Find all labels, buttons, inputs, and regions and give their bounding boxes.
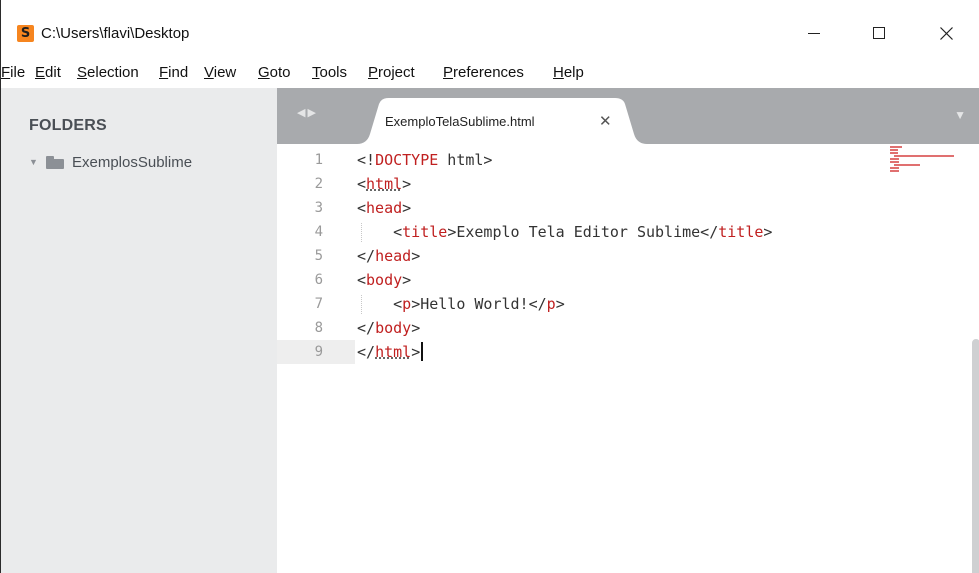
menu-goto[interactable]: Goto	[258, 64, 291, 82]
line-number: 3	[314, 200, 323, 216]
vertical-scrollbar[interactable]	[972, 339, 979, 573]
disclosure-triangle-icon[interactable]: ▼	[29, 157, 39, 167]
menu-tools[interactable]: Tools	[312, 64, 347, 82]
menu-file[interactable]: File	[1, 64, 25, 82]
sublime-window: S C:\Users\flavi\Desktop File Edit Selec…	[0, 0, 979, 573]
folder-icon	[46, 155, 64, 169]
menu-view[interactable]: View	[204, 64, 236, 82]
menu-help[interactable]: Help	[553, 64, 584, 82]
line-number: 9	[314, 344, 323, 360]
minimize-button[interactable]	[791, 15, 837, 51]
line-number: 7	[314, 296, 323, 312]
minimap[interactable]	[890, 146, 970, 176]
code-line: 3 <head>	[277, 196, 412, 220]
line-number: 6	[314, 272, 323, 288]
code-line: 7 <p>Hello World!</p>	[277, 292, 565, 316]
menu-project[interactable]: Project	[368, 64, 415, 82]
tab-bar: ◀▶ ExemploTelaSublime.html ✕ ▼	[277, 88, 979, 144]
line-number: 5	[314, 248, 323, 264]
menu-selection[interactable]: Selection	[77, 64, 139, 82]
folders-header: FOLDERS	[29, 117, 107, 134]
menu-bar: File Edit Selection Find View Goto Tools…	[1, 58, 979, 88]
code-lines: 1 <!DOCTYPE html> 2 <html> 3 <head> 4 <t…	[277, 148, 772, 364]
window-title: C:\Users\flavi\Desktop	[41, 25, 190, 42]
minimize-icon	[808, 32, 820, 34]
code-line: 5 </head>	[277, 244, 421, 268]
tab-dropdown-icon[interactable]: ▼	[954, 108, 966, 122]
tab-exemplo-tela-sublime[interactable]: ExemploTelaSublime.html ✕	[357, 98, 647, 144]
menu-preferences[interactable]: Preferences	[443, 64, 524, 82]
code-line: 1 <!DOCTYPE html>	[277, 148, 493, 172]
tab-nav-arrows-icon[interactable]: ◀▶	[297, 106, 318, 119]
code-line: 8 </body>	[277, 316, 421, 340]
tab-label: ExemploTelaSublime.html	[385, 114, 535, 129]
menu-edit[interactable]: Edit	[35, 64, 61, 82]
code-line: 4 <title>Exemplo Tela Editor Sublime</ti…	[277, 220, 772, 244]
title-bar: S C:\Users\flavi\Desktop	[1, 0, 979, 56]
maximize-icon	[873, 27, 885, 39]
tab-close-icon[interactable]: ✕	[599, 112, 612, 130]
folder-label: ExemplosSublime	[72, 153, 193, 171]
menu-find[interactable]: Find	[159, 64, 188, 82]
maximize-button[interactable]	[856, 15, 902, 51]
code-line-current: 9 </html>	[277, 340, 424, 364]
code-line: 6 <body>	[277, 268, 412, 292]
close-window-button[interactable]	[923, 15, 969, 51]
text-caret	[421, 342, 424, 361]
code-line: 2 <html>	[277, 172, 412, 196]
sidebar: FOLDERS ▼ ExemplosSublime	[1, 88, 277, 573]
close-icon	[939, 26, 953, 40]
line-number: 8	[314, 320, 323, 336]
folder-item[interactable]: ▼ ExemplosSublime	[29, 152, 192, 172]
line-number: 4	[314, 224, 323, 240]
line-number: 1	[314, 152, 323, 168]
code-editor[interactable]: 1 <!DOCTYPE html> 2 <html> 3 <head> 4 <t…	[277, 144, 979, 573]
sublime-app-icon: S	[17, 25, 34, 42]
line-number: 2	[314, 176, 323, 192]
